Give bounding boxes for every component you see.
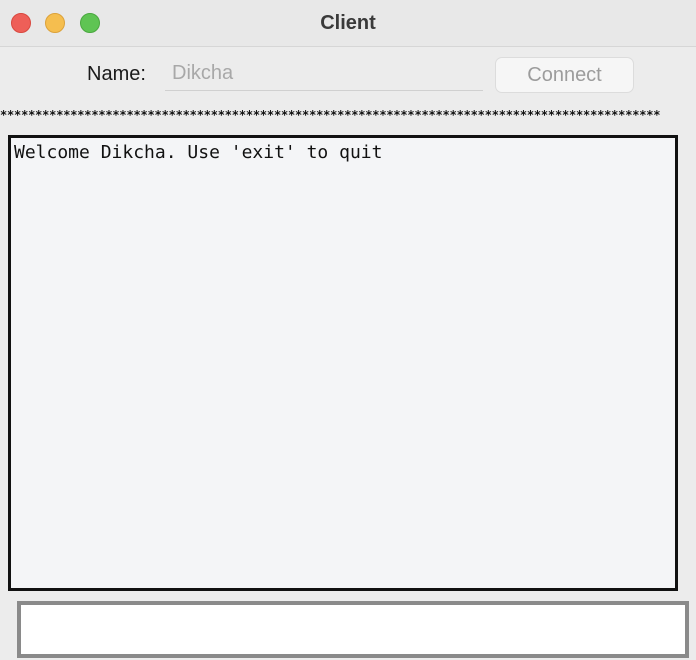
name-input[interactable]: [165, 57, 483, 91]
window-title: Client: [320, 12, 376, 34]
chat-message: Welcome Dikcha. Use 'exit' to quit: [14, 142, 383, 163]
separator-line: ****************************************…: [0, 108, 661, 122]
client-window: Client Name: Connect *******************…: [0, 0, 696, 660]
message-input[interactable]: [17, 601, 689, 658]
title-bar: Client: [0, 0, 696, 47]
connect-button[interactable]: Connect: [495, 57, 634, 93]
chat-log[interactable]: Welcome Dikcha. Use 'exit' to quit: [8, 135, 678, 591]
name-label: Name:: [87, 63, 146, 85]
